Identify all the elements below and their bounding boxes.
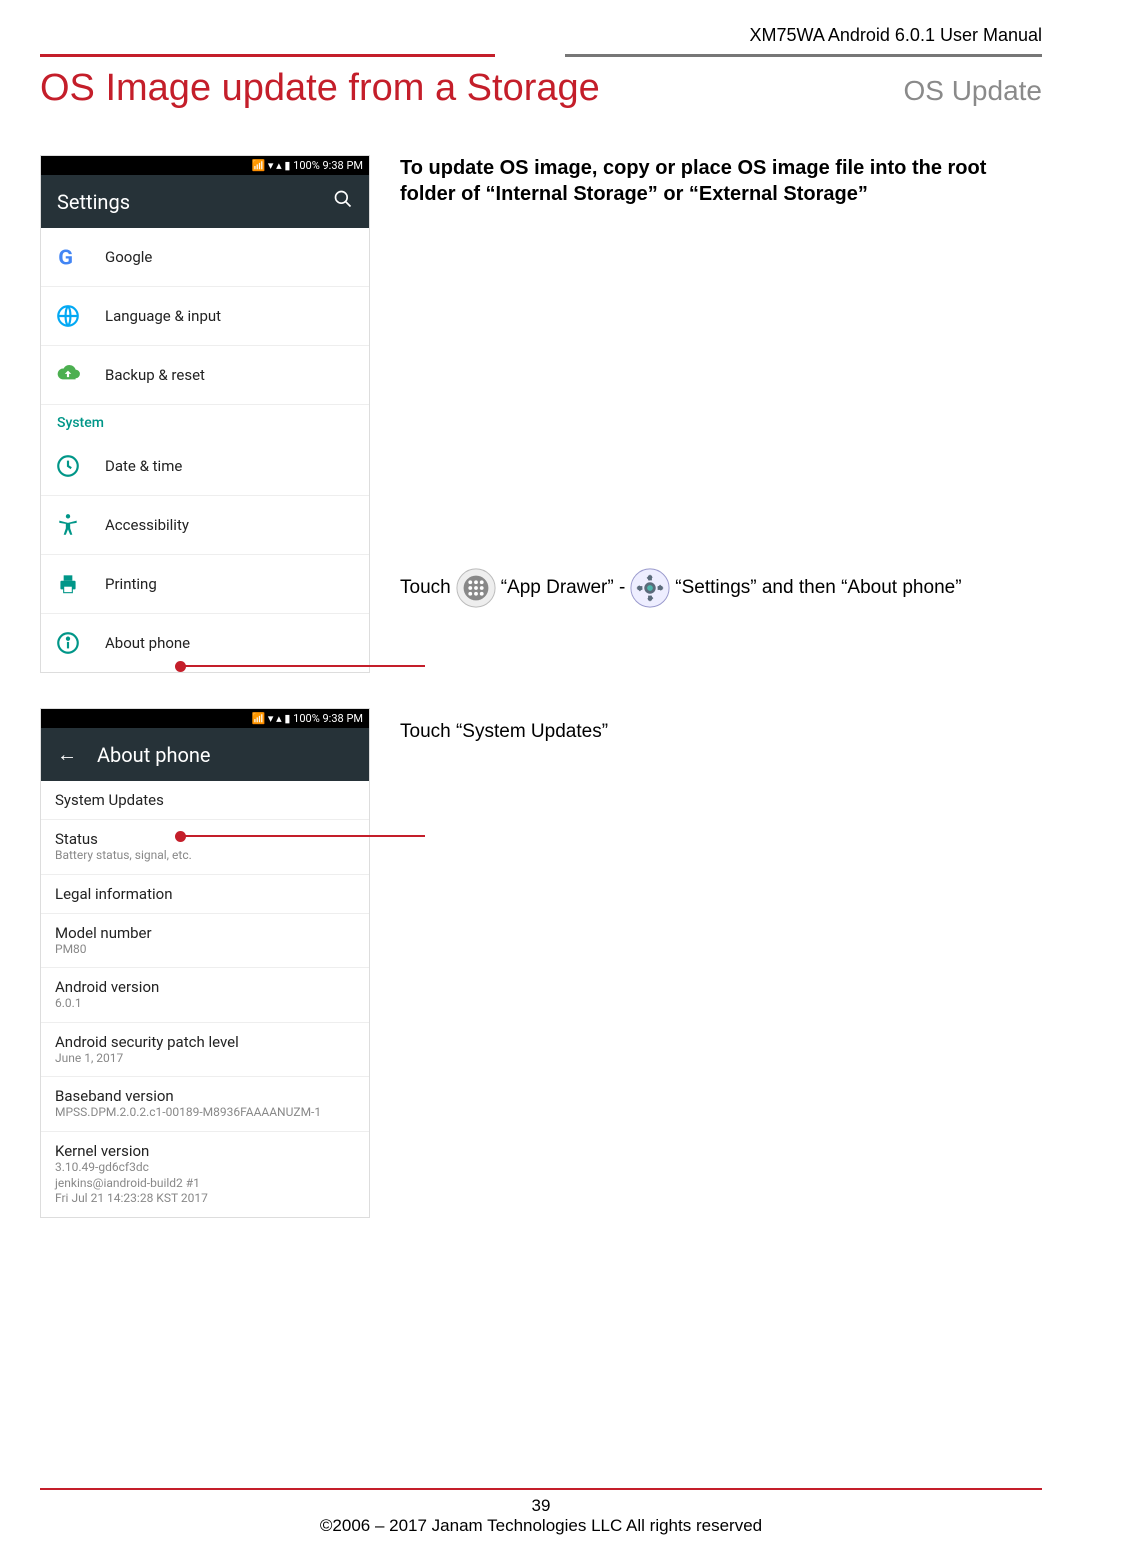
settings-row-about-phone[interactable]: About phone <box>41 614 369 672</box>
page-number: 39 <box>40 1496 1042 1516</box>
app-drawer-icon <box>455 567 497 609</box>
svg-text:G: G <box>58 246 73 270</box>
settings-row-label: Google <box>105 248 152 266</box>
header-rule <box>40 54 1042 57</box>
settings-row-label: About phone <box>105 634 190 652</box>
page-subtitle: OS Update <box>903 75 1042 107</box>
globe-icon <box>55 303 81 329</box>
page-title: OS Image update from a Storage <box>40 67 600 110</box>
settings-row-accessibility[interactable]: Accessibility <box>41 496 369 555</box>
copyright: ©2006 – 2017 Janam Technologies LLC All … <box>40 1516 1042 1536</box>
search-icon[interactable] <box>333 189 353 214</box>
settings-row-label: Accessibility <box>105 516 189 534</box>
screenshot-about-phone: 📶 ▾ ▴ ▮ 100% 9:38 PM ← About phone Syste… <box>40 708 370 1218</box>
page-footer: 39 ©2006 – 2017 Janam Technologies LLC A… <box>40 1488 1042 1536</box>
callout-line-system-updates <box>180 835 425 837</box>
about-row-kernel[interactable]: Kernel version 3.10.49-gd6cf3dc jenkins@… <box>41 1132 369 1217</box>
doc-title: XM75WA Android 6.0.1 User Manual <box>40 25 1042 46</box>
google-g-icon: G <box>55 244 81 270</box>
about-row-model[interactable]: Model number PM80 <box>41 914 369 969</box>
settings-row-language[interactable]: Language & input <box>41 287 369 346</box>
instruction-system-updates: Touch “System Updates” <box>400 719 1042 745</box>
cloud-up-icon <box>55 362 81 388</box>
settings-row-label: Printing <box>105 575 157 593</box>
about-row-system-updates[interactable]: System Updates <box>41 781 369 820</box>
about-row-android-version[interactable]: Android version 6.0.1 <box>41 968 369 1023</box>
app-bar-title: Settings <box>57 190 333 214</box>
app-bar-title: About phone <box>97 743 353 767</box>
settings-row-printing[interactable]: Printing <box>41 555 369 614</box>
callout-line-about-phone <box>180 665 425 667</box>
settings-gear-icon <box>629 567 671 609</box>
back-arrow-icon[interactable]: ← <box>57 742 77 767</box>
about-row-baseband[interactable]: Baseband version MPSS.DPM.2.0.2.c1-00189… <box>41 1077 369 1132</box>
intro-text: To update OS image, copy or place OS ima… <box>400 155 1042 207</box>
screenshot-settings: 📶 ▾ ▴ ▮ 100% 9:38 PM Settings G Google <box>40 155 370 673</box>
settings-row-backup[interactable]: Backup & reset <box>41 346 369 405</box>
instruction-about-phone: Touch “App Drawer” - “Settings” and then… <box>400 567 1042 609</box>
info-icon <box>55 630 81 656</box>
printer-icon <box>55 571 81 597</box>
settings-row-datetime[interactable]: Date & time <box>41 437 369 496</box>
app-bar-about: ← About phone <box>41 728 369 781</box>
clock-icon <box>55 453 81 479</box>
accessibility-icon <box>55 512 81 538</box>
app-bar-settings: Settings <box>41 175 369 228</box>
status-bar: 📶 ▾ ▴ ▮ 100% 9:38 PM <box>41 709 369 728</box>
about-row-status[interactable]: Status Battery status, signal, etc. <box>41 820 369 875</box>
about-row-legal[interactable]: Legal information <box>41 875 369 914</box>
settings-row-google[interactable]: G Google <box>41 228 369 287</box>
status-bar: 📶 ▾ ▴ ▮ 100% 9:38 PM <box>41 156 369 175</box>
settings-row-label: Date & time <box>105 457 182 475</box>
settings-row-label: Language & input <box>105 307 221 325</box>
settings-row-label: Backup & reset <box>105 366 205 384</box>
section-header-system: System <box>41 405 369 437</box>
about-row-security-patch[interactable]: Android security patch level June 1, 201… <box>41 1023 369 1078</box>
